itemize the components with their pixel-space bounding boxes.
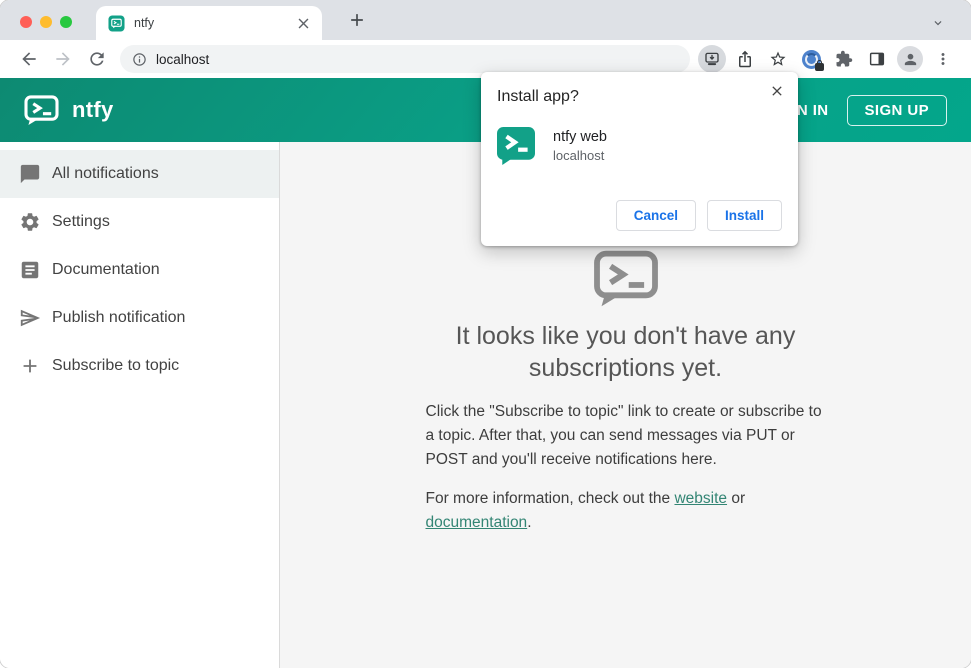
install-button[interactable]: Install (706, 200, 782, 231)
sidebar-item-settings[interactable]: Settings (0, 198, 279, 246)
sidebar-item-all-notifications[interactable]: All notifications (0, 150, 279, 198)
traffic-lights (20, 16, 72, 28)
tab-title: ntfy (134, 16, 155, 30)
sidebar-item-label: Documentation (52, 261, 160, 278)
address-bar[interactable]: localhost (120, 45, 690, 73)
browser-tab-ntfy[interactable]: ntfy (96, 6, 322, 40)
send-icon (20, 309, 41, 327)
install-icon (705, 52, 719, 66)
site-info-icon[interactable] (132, 52, 147, 67)
dialog-title: Install app? (497, 88, 579, 105)
sign-up-button[interactable]: SIGN UP (846, 94, 947, 126)
ntfy-favicon-icon (108, 14, 125, 32)
empty-state-paragraph: Click the "Subscribe to topic" link to c… (425, 403, 822, 469)
sidebar-item-label: All notifications (52, 165, 159, 182)
paragraph2-suffix: . (527, 514, 532, 532)
tab-search-chevron-icon[interactable] (931, 16, 945, 30)
tab-strip: ntfy (0, 0, 971, 40)
toolbar-actions (698, 45, 959, 73)
sidebar-item-label: Settings (52, 213, 110, 230)
documentation-link[interactable]: documentation (426, 514, 528, 531)
browser-menu-button[interactable] (929, 45, 957, 73)
plus-icon (350, 13, 363, 26)
tab-close-icon[interactable] (295, 15, 312, 32)
zoom-window-button[interactable] (60, 16, 72, 28)
gear-icon (21, 213, 39, 231)
dialog-buttons: Cancel Install (615, 200, 782, 231)
dialog-app-origin: localhost (553, 148, 605, 163)
extensions-button[interactable] (830, 45, 858, 73)
sidebar-item-label: Subscribe to topic (52, 357, 180, 374)
side-panel-button[interactable] (863, 45, 891, 73)
password-extension-button[interactable] (797, 45, 825, 73)
ntfy-empty-state-icon (593, 250, 658, 307)
website-link[interactable]: website (674, 490, 727, 507)
article-icon (21, 261, 39, 279)
kebab-menu-icon (941, 53, 945, 65)
share-icon (739, 50, 751, 68)
side-panel-icon (869, 52, 885, 66)
install-app-dialog: Install app? ntfy web localhost Cancel I… (481, 72, 798, 246)
share-button[interactable] (731, 45, 759, 73)
sidebar-item-documentation[interactable]: Documentation (0, 246, 279, 294)
forward-icon[interactable] (53, 49, 73, 69)
dialog-app-row: ntfy web localhost (497, 127, 782, 165)
reload-icon[interactable] (87, 49, 107, 69)
chat-icon (20, 164, 40, 184)
extension-lock-icon (801, 49, 824, 71)
app-title: ntfy (72, 97, 114, 122)
paragraph2-middle: or (727, 490, 746, 508)
back-icon[interactable] (19, 49, 39, 69)
empty-state-text: Click the "Subscribe to topic" link to c… (426, 400, 826, 535)
close-window-button[interactable] (20, 16, 32, 28)
new-tab-button[interactable] (344, 7, 369, 32)
minimize-window-button[interactable] (40, 16, 52, 28)
puzzle-icon (836, 50, 853, 67)
sidebar: All notifications Settings Documentation… (0, 142, 280, 668)
cancel-button[interactable]: Cancel (615, 200, 696, 231)
bookmark-button[interactable] (764, 45, 792, 73)
sidebar-item-publish-notification[interactable]: Publish notification (0, 294, 279, 342)
star-icon (770, 51, 786, 66)
empty-state-paragraph2: For more information, check out the webs… (426, 487, 826, 535)
ntfy-app-icon (497, 127, 535, 165)
sidebar-item-subscribe-to-topic[interactable]: Subscribe to topic (0, 342, 279, 390)
profile-button[interactable] (896, 45, 924, 73)
plus-icon (23, 359, 37, 373)
ntfy-logo-icon (24, 94, 59, 125)
profile-avatar-icon (897, 46, 923, 72)
paragraph2-prefix: For more information, check out the (425, 490, 675, 508)
sidebar-item-label: Publish notification (52, 309, 186, 326)
url-text: localhost (156, 51, 210, 67)
empty-state-heading: It looks like you don't have any subscri… (455, 322, 796, 382)
dialog-app-name: ntfy web (553, 129, 607, 145)
browser-window: ntfy localhost ntfy SIGN IN SIGN UP All … (0, 0, 971, 668)
dialog-close-icon[interactable] (769, 83, 785, 99)
install-app-button[interactable] (698, 45, 726, 73)
